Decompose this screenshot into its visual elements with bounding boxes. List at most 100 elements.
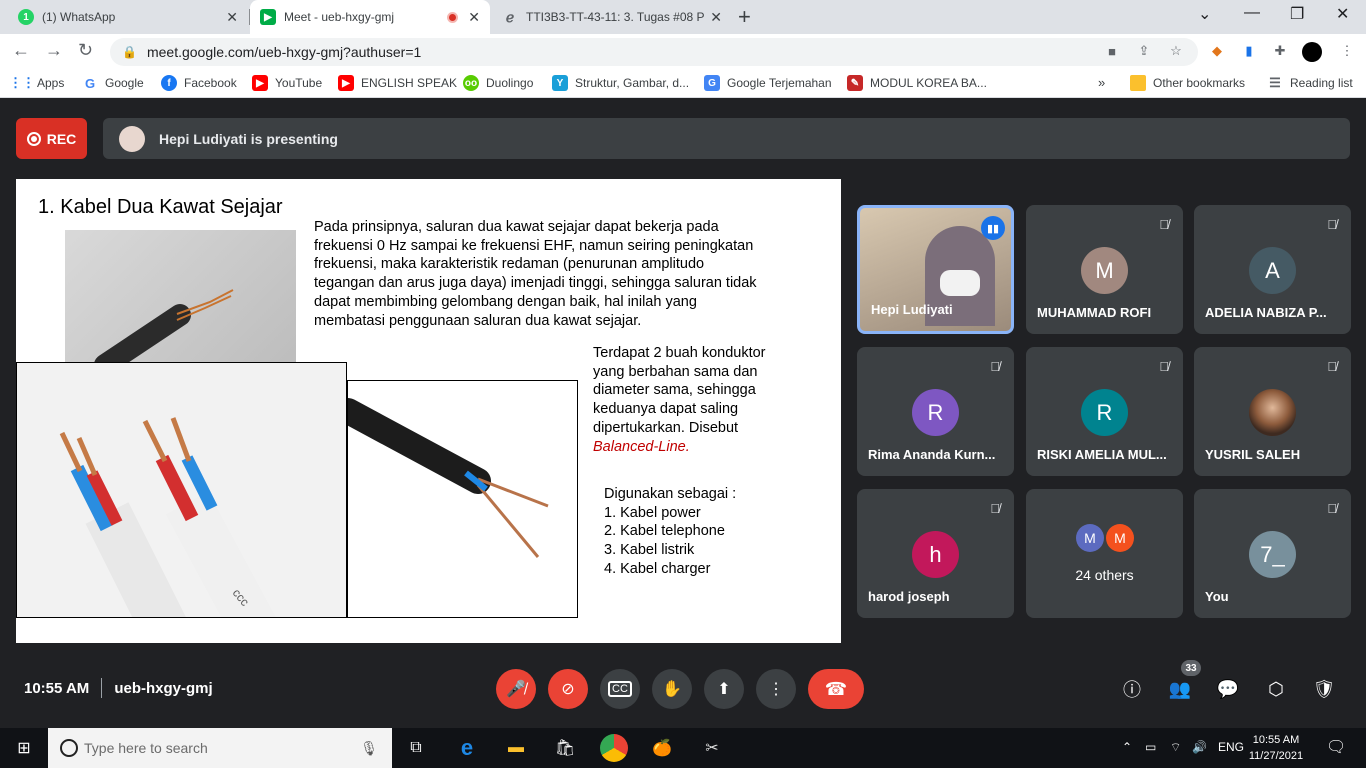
bookmark-google-terjemahan[interactable]: G Google Terjemahan — [704, 75, 832, 91]
camera-toggle-button[interactable]: ⊘ — [548, 669, 588, 709]
close-icon[interactable]: ✕ — [710, 9, 722, 26]
slide-conductor-text: Terdapat 2 buah konduktor yang berbahan … — [593, 344, 793, 456]
info-icon[interactable]: ⓘ — [1120, 677, 1144, 701]
clock-time: 10:55 AM — [1252, 734, 1300, 746]
minimize-button[interactable]: — — [1244, 4, 1260, 22]
forward-button[interactable]: → — [45, 40, 63, 61]
edge-e-icon: ℯ — [505, 8, 515, 25]
host-controls-icon[interactable]: 🛡 — [1312, 677, 1336, 701]
bookmark-other[interactable]: Other bookmarks — [1130, 75, 1245, 91]
share-icon[interactable]: ⇪ — [1135, 42, 1153, 60]
menu-dots-icon[interactable]: ⋮ — [1338, 42, 1356, 60]
new-tab-button[interactable]: + — [738, 4, 751, 30]
bookmark-apps[interactable]: ⋮⋮ Apps — [9, 75, 64, 91]
star-icon[interactable]: ☆ — [1167, 42, 1185, 60]
chrome-icon[interactable] — [600, 734, 628, 762]
close-icon[interactable]: ✕ — [226, 9, 238, 26]
wifi-icon[interactable]: ⌔ — [1170, 740, 1181, 755]
bookmark-label: Google Terjemahan — [727, 76, 832, 90]
camera-icon[interactable]: ■ — [1103, 42, 1121, 60]
app-icon[interactable]: ✂ — [700, 736, 724, 760]
url-bar[interactable]: 🔒 meet.google.com/ueb-hxgy-gmj?authuser=… — [110, 38, 1198, 66]
bookmark-facebook[interactable]: f Facebook — [161, 75, 237, 91]
participant-tile-you[interactable]: 🎙̸ 7_ You — [1194, 489, 1351, 618]
others-tile[interactable]: M M 24 others — [1026, 489, 1183, 618]
tab-title: TTI3B3-TT-43-11: 3. Tugas #08 Pe — [526, 10, 705, 24]
duolingo-icon: oo — [463, 75, 479, 91]
meet-stage: REC Hepi Ludiyati is presenting 1. Kabel… — [0, 98, 1366, 728]
fl-studio-icon[interactable]: 🍊 — [650, 736, 674, 760]
more-bookmarks-chevron-icon[interactable]: » — [1098, 75, 1105, 90]
tab-whatsapp[interactable]: 1 (1) WhatsApp ✕ — [8, 0, 248, 34]
back-button[interactable]: ← — [12, 40, 30, 61]
notification-icon[interactable]: 🗨 — [1326, 737, 1346, 757]
mic-off-icon: 🎤̸ — [506, 681, 526, 698]
bookmark-youtube[interactable]: ▶ YouTube — [252, 75, 322, 91]
bookmark-english-speak[interactable]: ▶ ENGLISH SPEAK — [338, 75, 457, 91]
participant-tile[interactable]: 🎙̸ R Rima Ananda Kurn... — [857, 347, 1014, 476]
bookmark-duolingo[interactable]: oo Duolingo — [463, 75, 533, 91]
avatar — [119, 125, 145, 152]
puzzle-icon[interactable]: ✚ — [1271, 42, 1289, 60]
tab-meet[interactable]: ▶ Meet - ueb-hxgy-gmj ✕ — [250, 0, 490, 34]
participant-name: Hepi Ludiyati — [871, 302, 953, 317]
more-options-button[interactable]: ⋮ — [756, 669, 796, 709]
tab-tugas[interactable]: ℯ TTI3B3-TT-43-11: 3. Tugas #08 Pe ✕ — [492, 0, 732, 34]
power-cable-photo: ccc — [16, 362, 347, 618]
reload-button[interactable]: ↻ — [78, 40, 93, 61]
participant-tile[interactable]: 🎙̸ M MUHAMMAD ROFI — [1026, 205, 1183, 334]
bookmark-google[interactable]: G Google — [82, 75, 144, 91]
reading-list-button[interactable]: ☰ Reading list — [1267, 75, 1353, 91]
close-icon[interactable]: ✕ — [468, 9, 480, 26]
present-button[interactable]: ⬆ — [704, 669, 744, 709]
restore-button[interactable]: ❐ — [1290, 4, 1304, 24]
avatar[interactable] — [1302, 42, 1322, 62]
mic-off-icon: 🎙̸ — [1327, 359, 1337, 374]
language-indicator[interactable]: ENG — [1218, 740, 1244, 754]
activities-icon[interactable]: ⬡ — [1264, 677, 1288, 701]
twin-cable-photo — [65, 230, 296, 376]
mic-toggle-button[interactable]: 🎤̸ — [496, 669, 536, 709]
avatar: R — [1081, 389, 1128, 436]
close-window-button[interactable]: ✕ — [1336, 4, 1349, 24]
tab-search-icon[interactable]: ⌄ — [1198, 4, 1211, 24]
taskbar-search[interactable]: Type here to search 🎙 — [48, 728, 392, 768]
windows-taskbar: ⊞ Type here to search 🎙 ⧉ e ▬ 🛍 🍊 ✂ ⌃ ▭ … — [0, 728, 1366, 768]
people-icon[interactable]: 👥 — [1168, 677, 1192, 701]
slide-title: 1. Kabel Dua Kawat Sejajar — [38, 196, 283, 218]
file-explorer-icon[interactable]: ▬ — [504, 736, 528, 760]
taskbar-clock[interactable]: 10:55 AM 11/27/2021 — [1246, 732, 1306, 764]
list-item: 1. Kabel power — [604, 504, 701, 521]
volume-icon[interactable]: 🔊 — [1192, 740, 1207, 754]
participant-tile[interactable]: 🎙̸ R RISKI AMELIA MUL... — [1026, 347, 1183, 476]
chevron-up-icon[interactable]: ⌃ — [1122, 740, 1132, 754]
captions-button[interactable]: CC — [600, 669, 640, 709]
rec-indicator[interactable]: REC — [16, 118, 87, 159]
task-view-icon[interactable]: ⧉ — [404, 736, 428, 760]
edge-icon[interactable]: e — [455, 735, 479, 760]
raise-hand-button[interactable]: ✋ — [652, 669, 692, 709]
tab-title: Meet - ueb-hxgy-gmj — [284, 10, 395, 24]
chat-icon[interactable]: 💬 — [1216, 677, 1240, 701]
end-call-button[interactable]: ☎ — [808, 669, 864, 709]
avatar: M — [1076, 524, 1104, 552]
bookmarks-bar: ⋮⋮ Apps G Google f Facebook ▶ YouTube ▶ ENGLI… — [0, 70, 1366, 98]
bookmark-label: YouTube — [275, 76, 323, 90]
participant-tile[interactable]: 🎙̸ A ADELIA NABIZA P... — [1194, 205, 1351, 334]
microphone-icon[interactable]: 🎙 — [360, 740, 378, 757]
participant-tile[interactable]: 🎙̸ h harod joseph — [857, 489, 1014, 618]
metamask-icon[interactable]: ◆ — [1208, 42, 1226, 60]
avatar: M — [1081, 247, 1128, 294]
bookmark-struktur[interactable]: Y Struktur, Gambar, d... — [552, 75, 689, 91]
participant-tile-hepi[interactable]: ▮▮ Hepi Ludiyati — [857, 205, 1014, 334]
others-count: 24 others — [1075, 567, 1134, 583]
battery-icon[interactable]: ▭ — [1145, 740, 1156, 754]
extension-docs-icon[interactable]: ▮ — [1240, 42, 1258, 60]
store-icon[interactable]: 🛍 — [553, 736, 577, 760]
windows-start-icon[interactable]: ⊞ — [12, 736, 36, 760]
bookmark-label: Other bookmarks — [1153, 76, 1246, 90]
avatar: R — [912, 389, 959, 436]
participant-tile[interactable]: 🎙̸ YUSRIL SALEH — [1194, 347, 1351, 476]
bookmark-modul-korea[interactable]: ✎ MODUL KOREA BA... — [847, 75, 987, 91]
list-item: 2. Kabel telephone — [604, 523, 725, 540]
